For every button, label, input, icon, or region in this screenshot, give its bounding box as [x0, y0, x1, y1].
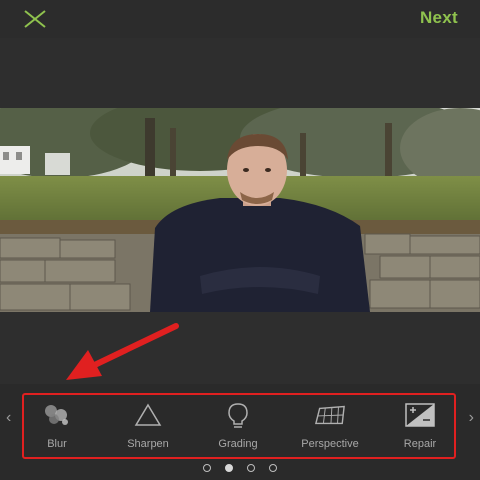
close-x-icon: [24, 10, 46, 28]
tool-sharpen[interactable]: Sharpen: [108, 400, 188, 456]
triangle-icon: [132, 400, 164, 430]
tool-label-perspective: Perspective: [301, 438, 359, 450]
tool-label-repair: Repair: [403, 438, 437, 450]
tool-label-blur: Blur: [47, 438, 67, 450]
top-bar: Next: [0, 0, 480, 38]
red-annotation-arrow-icon: [66, 323, 179, 380]
close-button[interactable]: [20, 6, 50, 32]
tool-perspective[interactable]: Perspective: [290, 400, 370, 456]
tool-blur[interactable]: Blur: [17, 400, 97, 456]
lightbulb-icon: [222, 400, 254, 430]
blur-icon: [41, 400, 73, 430]
page-dot[interactable]: [203, 464, 211, 472]
plus-minus-icon: [404, 400, 436, 430]
scroll-left-icon[interactable]: ‹: [6, 409, 11, 427]
tool-label-grading: Grading: [218, 438, 258, 450]
perspective-grid-icon: [314, 400, 346, 430]
scroll-right-icon[interactable]: ›: [469, 409, 474, 427]
tool-repair[interactable]: Repair: [380, 400, 460, 456]
next-button[interactable]: Next: [420, 8, 458, 28]
photo-preview: [0, 108, 480, 312]
page-indicator: [0, 464, 480, 476]
page-dot[interactable]: [225, 464, 233, 472]
top-spacer: [0, 38, 480, 108]
tool-label-sharpen: Sharpen: [127, 438, 169, 450]
page-dot[interactable]: [247, 464, 255, 472]
page-dot[interactable]: [269, 464, 277, 472]
photo-image: [0, 108, 480, 312]
tool-grading[interactable]: Grading: [198, 400, 278, 456]
